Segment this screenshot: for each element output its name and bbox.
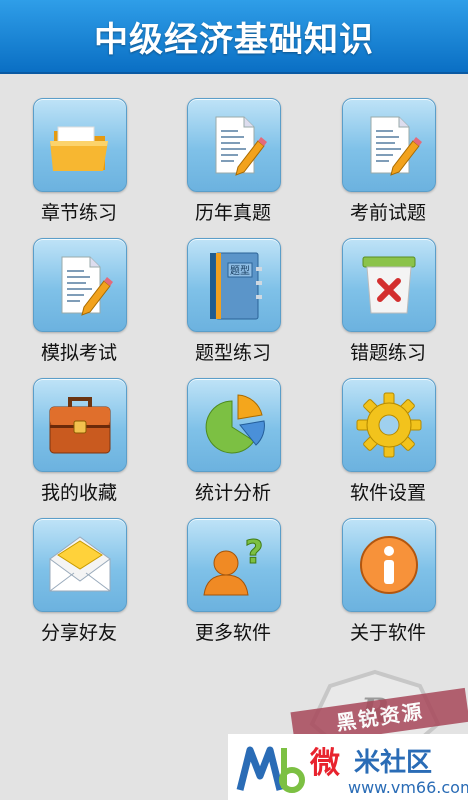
document-pencil-icon bbox=[370, 116, 422, 176]
document-pencil-icon bbox=[61, 256, 113, 316]
tile-label: 关于软件 bbox=[349, 622, 426, 644]
svg-text:?: ? bbox=[245, 533, 264, 571]
tile-my-favorites[interactable]: 我的收藏 bbox=[20, 378, 140, 508]
tile-label: 模拟考试 bbox=[40, 342, 117, 364]
tile-settings[interactable]: 软件设置 bbox=[329, 378, 449, 508]
tile-label: 我的收藏 bbox=[40, 482, 117, 504]
brand-logo-icon bbox=[236, 746, 305, 793]
tile-label: 题型练习 bbox=[194, 342, 271, 364]
brand-name-b: 米社区 bbox=[354, 748, 433, 778]
tile-pre-exam-tests[interactable]: 考前试题 bbox=[329, 98, 449, 228]
tile-label: 更多软件 bbox=[194, 622, 271, 644]
gear-icon bbox=[356, 392, 422, 458]
tile-more-apps[interactable]: ? 更多软件 bbox=[174, 518, 294, 648]
tile-share-friends[interactable]: 分享好友 bbox=[20, 518, 140, 648]
tile-label: 分享好友 bbox=[40, 622, 117, 644]
pie-chart-icon bbox=[205, 394, 265, 454]
tile-label: 软件设置 bbox=[349, 482, 426, 504]
brand-name-a: 微 bbox=[310, 746, 340, 781]
notebook-icon: 题型 bbox=[210, 252, 262, 320]
tile-statistics[interactable]: 统计分析 bbox=[174, 378, 294, 508]
notebook-cover-text: 题型 bbox=[230, 264, 250, 277]
folder-icon bbox=[50, 126, 108, 171]
tile-wrong-questions[interactable]: 错题练习 bbox=[329, 238, 449, 368]
tile-past-exams[interactable]: 历年真题 bbox=[174, 98, 294, 228]
tile-chapter-practice[interactable]: 章节练习 bbox=[20, 98, 140, 228]
tile-about[interactable]: 关于软件 bbox=[329, 518, 449, 648]
envelope-icon bbox=[49, 536, 111, 592]
tile-label: 历年真题 bbox=[194, 202, 271, 224]
person-question-icon: ? bbox=[203, 533, 264, 596]
tile-label: 错题练习 bbox=[349, 342, 426, 364]
watermark-logo: 微 米社区 www.vm66.com bbox=[228, 734, 468, 800]
document-pencil-icon bbox=[215, 116, 267, 176]
trash-icon bbox=[362, 256, 416, 314]
tile-question-type-practice[interactable]: 题型 题型练习 bbox=[174, 238, 294, 368]
info-icon bbox=[360, 536, 418, 594]
tile-label: 考前试题 bbox=[349, 202, 426, 224]
tile-label: 章节练习 bbox=[40, 202, 117, 224]
briefcase-icon bbox=[49, 397, 111, 454]
brand-url: www.vm66.com bbox=[348, 778, 468, 797]
tile-mock-exam[interactable]: 模拟考试 bbox=[20, 238, 140, 368]
tile-label: 统计分析 bbox=[194, 482, 271, 504]
